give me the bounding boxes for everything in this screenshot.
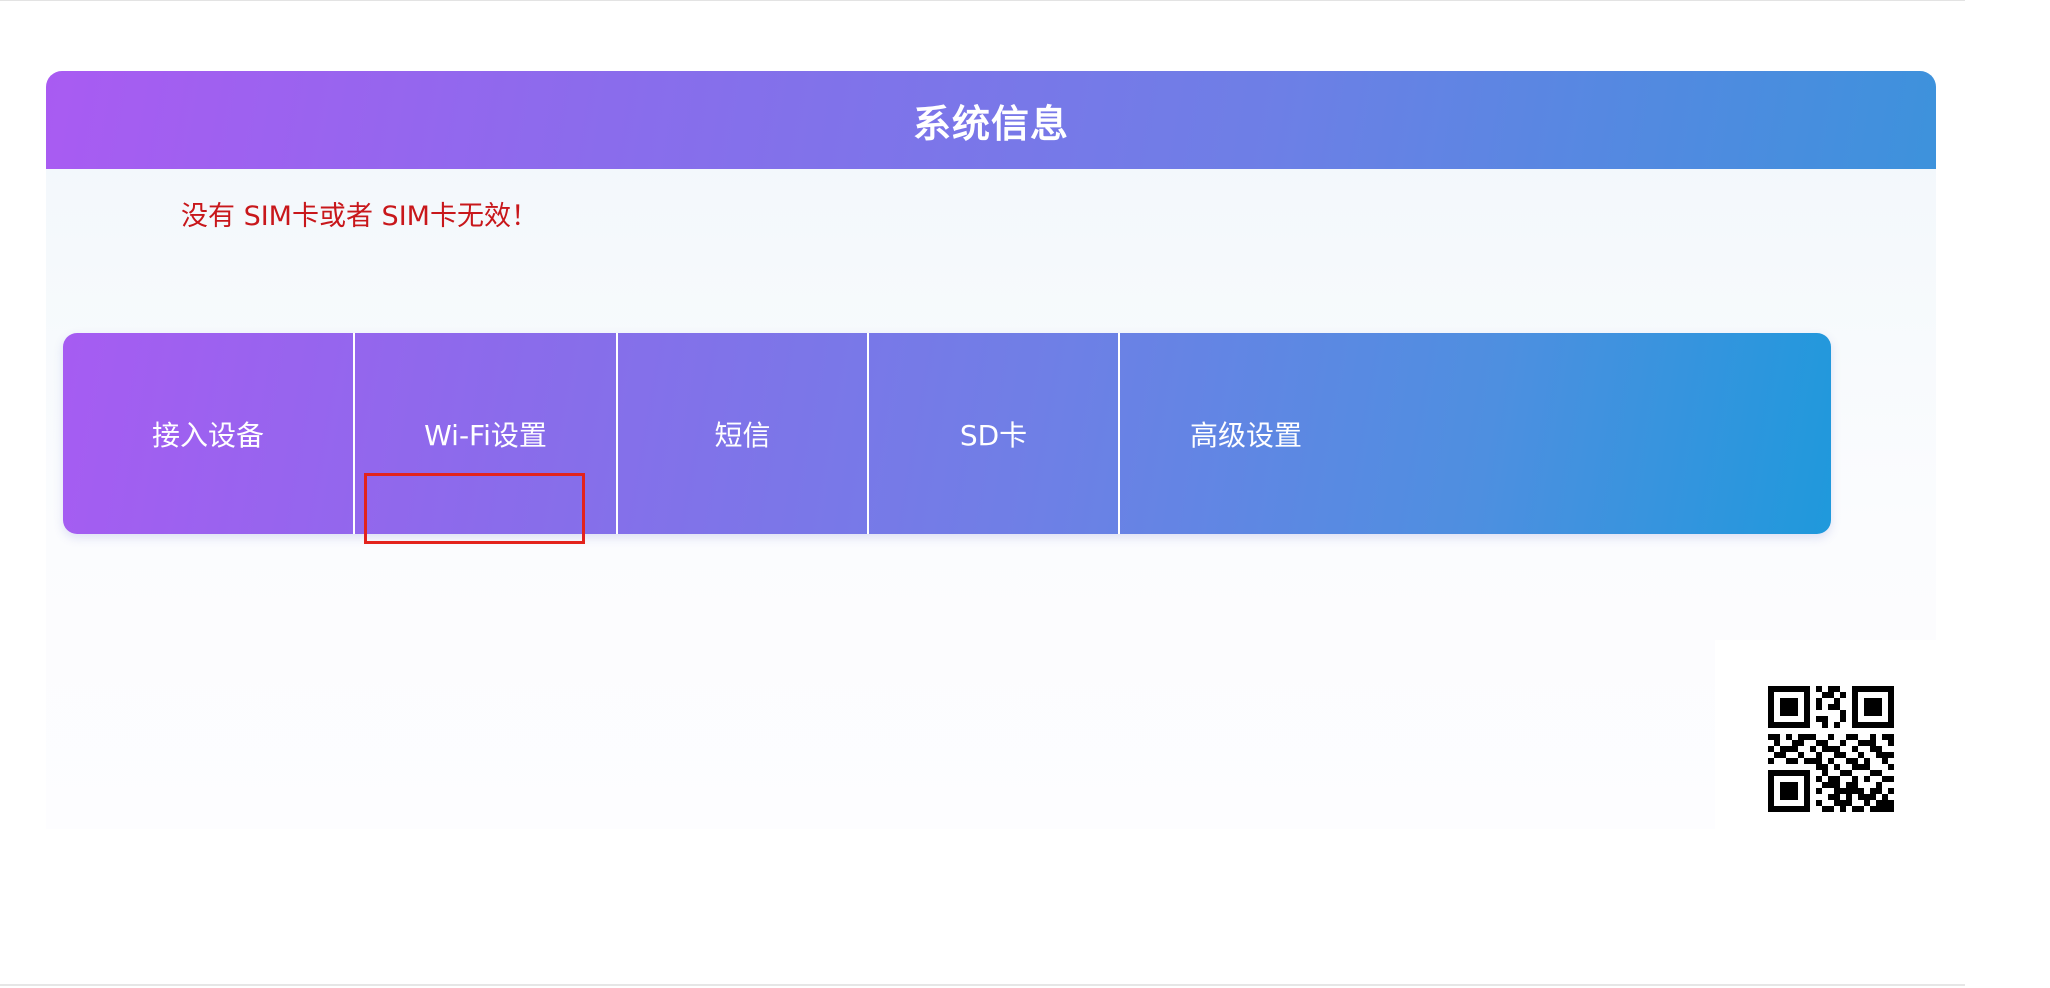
nav-item-label: 短信: [714, 418, 771, 452]
nav-item-advanced-settings[interactable]: 高级设置: [1120, 333, 1372, 534]
sim-status-message: 没有 SIM卡或者 SIM卡无效！: [181, 201, 538, 232]
nav-item-label: 接入设备: [151, 418, 264, 452]
nav-item-connected-devices[interactable]: 接入设备: [63, 333, 353, 534]
nav-item-label: SD卡: [959, 418, 1028, 452]
bottom-divider: [0, 984, 1965, 986]
main-nav-bar: 接入设备 Wi-Fi设置 短信 SD卡 高级设置: [63, 333, 1831, 534]
qr-code-icon: [1768, 686, 1894, 812]
nav-item-label: 高级设置: [1189, 418, 1302, 452]
nav-item-sms[interactable]: 短信: [618, 333, 867, 534]
nav-item-wifi-settings[interactable]: Wi-Fi设置: [355, 333, 616, 534]
panel-header: 系统信息: [46, 71, 1936, 169]
page: 系统信息 没有 SIM卡或者 SIM卡无效！ 接入设备 Wi-Fi设置 短信 S…: [0, 0, 2050, 988]
top-divider: [0, 0, 1965, 1]
nav-item-sd-card[interactable]: SD卡: [869, 333, 1118, 534]
nav-item-label: Wi-Fi设置: [424, 418, 547, 452]
page-title: 系统信息: [912, 101, 1069, 146]
